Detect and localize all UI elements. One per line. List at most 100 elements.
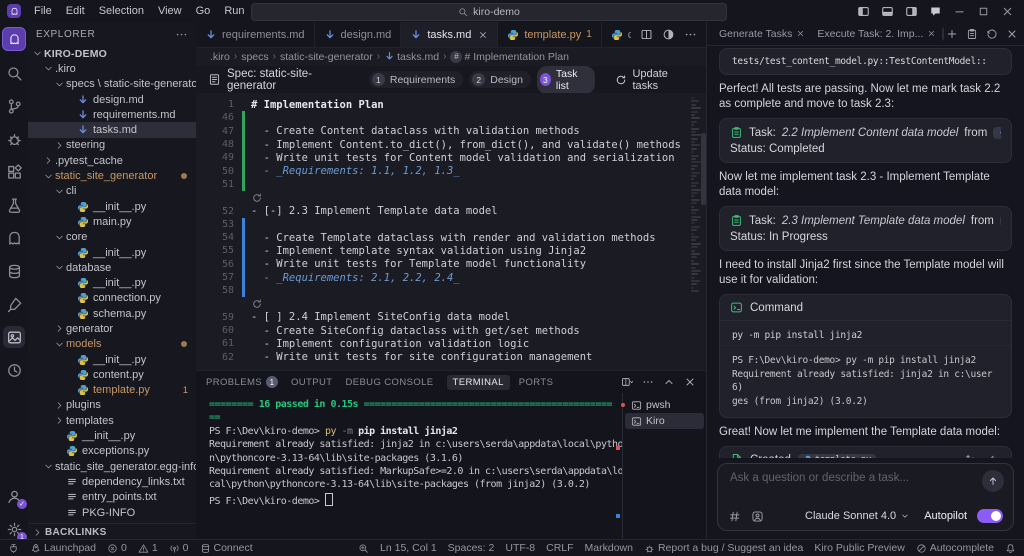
- minimize-icon[interactable]: [953, 5, 966, 18]
- tree-item-__init__.py[interactable]: __init__.py: [28, 275, 196, 290]
- activity-settings[interactable]: 1: [3, 518, 25, 540]
- code-line[interactable]: 1# Implementation Plan: [196, 98, 688, 111]
- terminal-session-kiro[interactable]: Kiro: [625, 413, 704, 429]
- tree-item-content.py[interactable]: content.py: [28, 367, 196, 382]
- tree-item-templates[interactable]: templates: [28, 413, 196, 428]
- maximize-icon[interactable]: [977, 5, 990, 18]
- tree-item-cli[interactable]: cli: [28, 184, 196, 199]
- model-selector[interactable]: Claude Sonnet 4.0: [805, 510, 910, 522]
- split-editor-icon[interactable]: [640, 28, 653, 41]
- tree-item-dependency_links.txt[interactable]: dependency_links.txt: [28, 474, 196, 489]
- new-chat-icon[interactable]: [946, 28, 958, 40]
- status-spaces-2[interactable]: Spaces: 2: [448, 542, 495, 554]
- spec-step-task-list[interactable]: 3Task list: [537, 66, 596, 94]
- code-line[interactable]: 61 - Implement configuration validation …: [196, 337, 688, 350]
- tree-item-core[interactable]: core: [28, 230, 196, 245]
- file-chip[interactable]: template.py: [798, 454, 876, 459]
- activity-source-control[interactable]: [3, 95, 25, 117]
- panel-tab-ports[interactable]: PORTS: [519, 377, 554, 388]
- panel-maximize-icon[interactable]: [663, 376, 675, 388]
- update-tasks-button[interactable]: Update tasks: [615, 68, 694, 92]
- history-icon[interactable]: [986, 28, 998, 40]
- menu-run[interactable]: Run: [217, 0, 251, 22]
- layout-toggle-icon[interactable]: [662, 28, 675, 41]
- status-connect[interactable]: Connect: [200, 542, 253, 554]
- tree-item-generator[interactable]: generator: [28, 321, 196, 336]
- explorer-more-icon[interactable]: [175, 28, 188, 41]
- layout-sidebar-right-icon[interactable]: [905, 5, 918, 18]
- tree-item-.kiro[interactable]: .kiro: [28, 61, 196, 76]
- tree-item-template.py[interactable]: template.py1: [28, 383, 196, 398]
- panel-tab-output[interactable]: OUTPUT: [291, 377, 332, 388]
- code-line[interactable]: 58: [196, 284, 688, 297]
- panel-tab-debug-console[interactable]: DEBUG CONSOLE: [345, 377, 433, 388]
- status-utf-8[interactable]: UTF-8: [505, 542, 535, 554]
- tab-content.py[interactable]: content.py: [602, 22, 631, 47]
- tree-item-steering[interactable]: steering: [28, 138, 196, 153]
- activity-database[interactable]: [3, 260, 25, 282]
- spec-step-requirements[interactable]: 1Requirements: [369, 71, 463, 88]
- menu-edit[interactable]: Edit: [59, 0, 92, 22]
- breadcrumb-item[interactable]: tasks.md: [384, 51, 439, 63]
- layout-panel-icon[interactable]: [881, 5, 894, 18]
- status-autocomplete[interactable]: Autocomplete: [916, 542, 994, 554]
- code-line[interactable]: 49 - Write unit tests for Content model …: [196, 151, 688, 164]
- tree-item-design.md[interactable]: design.md: [28, 92, 196, 107]
- send-button[interactable]: [982, 470, 1004, 492]
- tab-requirements.md[interactable]: requirements.md: [196, 22, 315, 47]
- activity-media[interactable]: [3, 326, 25, 348]
- menu-file[interactable]: File: [27, 0, 59, 22]
- breadcrumb-item[interactable]: ## Implementation Plan: [450, 51, 568, 63]
- attach-image-icon[interactable]: [751, 510, 764, 523]
- tree-item-__init__.py[interactable]: __init__.py: [28, 199, 196, 214]
- code-line[interactable]: 54 - Create Template dataclass with rend…: [196, 231, 688, 244]
- terminal-output[interactable]: ======== 16 passed in 0.15s ============…: [196, 393, 622, 540]
- status-0[interactable]: 0: [169, 542, 189, 554]
- tree-item-exceptions.py[interactable]: exceptions.py: [28, 444, 196, 459]
- tree-item-connection.py[interactable]: connection.py: [28, 291, 196, 306]
- tree-item-database[interactable]: database: [28, 260, 196, 275]
- activity-extensions[interactable]: [3, 161, 25, 183]
- tree-item-__init__.py[interactable]: __init__.py: [28, 352, 196, 367]
- status-report-a-bug-suggest-an-idea[interactable]: Report a bug / Suggest an idea: [644, 542, 803, 554]
- code-line[interactable]: 55 - Implement template syntax validatio…: [196, 244, 688, 257]
- chat-tab-generate-tasks[interactable]: Generate Tasks: [713, 26, 811, 42]
- tree-item-static_site_generator[interactable]: static_site_generator: [28, 168, 196, 183]
- autopilot-toggle[interactable]: [977, 509, 1003, 523]
- chat-tab-execute-task-2-imp-[interactable]: Execute Task: 2. Imp...: [811, 26, 942, 42]
- command-search-box[interactable]: kiro-demo: [251, 3, 727, 21]
- code-line[interactable]: 57 - _Requirements: 2.1, 2.2, 2.4_: [196, 271, 688, 284]
- file-chip[interactable]: tasks.md: [1000, 215, 1001, 227]
- code-line[interactable]: 51: [196, 178, 688, 191]
- activity-kiro-home[interactable]: [2, 27, 26, 51]
- code-line[interactable]: 53: [196, 218, 688, 231]
- code-line[interactable]: 52- [-] 2.3 Implement Template data mode…: [196, 204, 688, 217]
- status-0[interactable]: 0: [107, 542, 127, 554]
- status-crlf[interactable]: CRLF: [546, 542, 573, 554]
- layout-sidebar-left-icon[interactable]: [857, 5, 870, 18]
- chat-tab-execut[interactable]: Execut: [942, 26, 944, 42]
- code-line[interactable]: [196, 191, 688, 204]
- panel-more-icon[interactable]: [642, 376, 654, 388]
- breadcrumb-item[interactable]: specs: [241, 51, 268, 63]
- code-line[interactable]: 62 - Write unit tests for site configura…: [196, 351, 688, 364]
- tab-tasks.md[interactable]: tasks.md: [401, 22, 498, 47]
- close-chat-icon[interactable]: [1006, 28, 1018, 40]
- activity-timeline[interactable]: [3, 359, 25, 381]
- tree-item-pkg-info[interactable]: PKG-INFO: [28, 505, 196, 520]
- panel-close-icon[interactable]: [684, 376, 696, 388]
- tree-item-specs---static-site-generator[interactable]: specs \ static-site-generator: [28, 77, 196, 92]
- tree-item-models[interactable]: models: [28, 337, 196, 352]
- breadcrumb-item[interactable]: .kiro: [210, 51, 230, 63]
- breadcrumb[interactable]: .kiro›specs›static-site-generator›tasks.…: [196, 47, 706, 66]
- code-line[interactable]: 48 - Implement Content.to_dict(), from_d…: [196, 138, 688, 151]
- chat-bubble-icon[interactable]: [929, 5, 942, 18]
- breadcrumb-item[interactable]: static-site-generator: [280, 51, 373, 63]
- code-line[interactable]: [196, 297, 688, 310]
- status-bell[interactable]: [1005, 543, 1016, 554]
- context-hash-icon[interactable]: [728, 510, 741, 523]
- activity-testing[interactable]: [3, 194, 25, 216]
- tree-item-entry_points.txt[interactable]: entry_points.txt: [28, 490, 196, 505]
- spec-step-design[interactable]: 2Design: [469, 71, 531, 88]
- tab-template.py[interactable]: template.py1: [498, 22, 601, 47]
